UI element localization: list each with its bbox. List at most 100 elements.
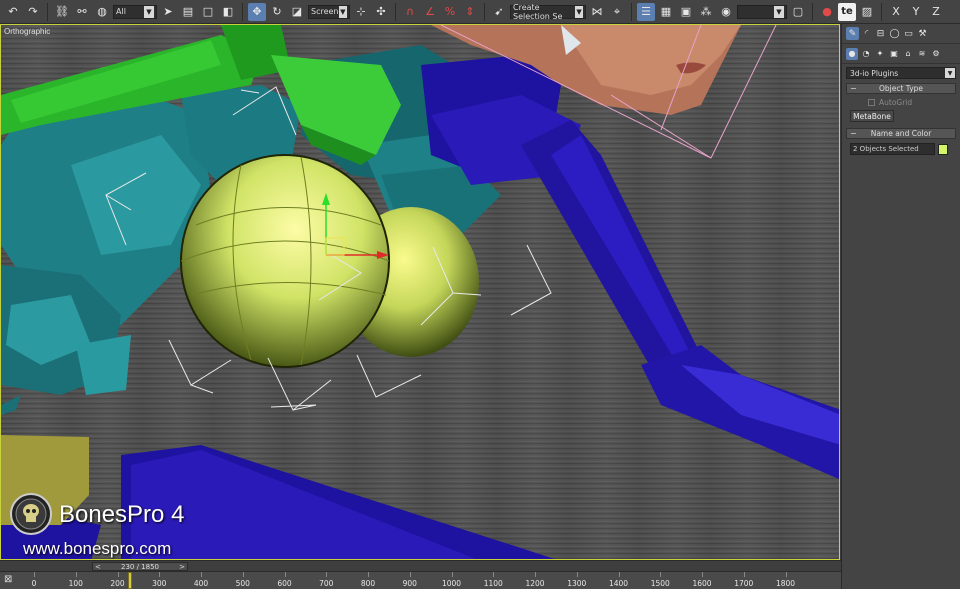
edit-named-selection-icon[interactable]: ➹ <box>490 3 508 21</box>
chevron-down-icon: ▼ <box>144 5 154 18</box>
ruler-tick <box>660 572 662 577</box>
toolbar-divider <box>631 2 632 21</box>
display-tab-icon[interactable]: ▭ <box>902 27 915 40</box>
viewport-label[interactable]: Orthographic <box>4 27 50 36</box>
manipulate-icon[interactable]: ✣ <box>372 3 390 21</box>
name-and-color-header-label: Name and Color <box>870 129 932 138</box>
ruler-tick-label: 300 <box>152 579 167 588</box>
render-preset-select[interactable]: ▼ <box>737 4 787 19</box>
render-setup-icon[interactable]: ▢ <box>789 3 807 21</box>
select-and-rotate-icon[interactable]: ↻ <box>268 3 286 21</box>
undo-icon[interactable]: ↶ <box>4 3 22 21</box>
utilities-tab-icon[interactable]: ⚒ <box>916 27 929 40</box>
modify-tab-icon[interactable]: ◜ <box>860 27 873 40</box>
pivot-center-icon[interactable]: ⊹ <box>352 3 370 21</box>
spinner-snap-icon[interactable]: ⇕ <box>461 3 479 21</box>
chevron-down-icon: ▼ <box>945 68 955 78</box>
select-by-name-icon[interactable]: ▤ <box>179 3 197 21</box>
select-and-link-icon[interactable]: ⛓ <box>53 3 71 21</box>
time-slider-prev-icon[interactable]: < <box>95 563 101 571</box>
selection-filter-select[interactable]: All ▼ <box>113 4 157 19</box>
ruler-tick <box>493 572 495 577</box>
rectangular-selection-icon[interactable]: □ <box>199 3 217 21</box>
motion-tab-icon[interactable]: ◯ <box>888 27 901 40</box>
percent-snap-icon[interactable]: % <box>441 3 459 21</box>
ruler-tick <box>326 572 328 577</box>
te-plugin-button[interactable]: te <box>838 2 856 21</box>
time-slider-track[interactable]: < 230 / 1850 > <box>0 560 841 571</box>
ruler-tick <box>159 572 161 577</box>
select-and-move-icon[interactable]: ✥ <box>248 2 266 21</box>
ruler-tick <box>409 572 411 577</box>
toolbar-divider <box>881 2 882 21</box>
ruler-tick-label: 1700 <box>734 579 754 588</box>
object-name-field[interactable]: 2 Objects Selected <box>850 143 935 155</box>
reference-coordinate-select[interactable]: Screen ▼ <box>308 4 350 19</box>
redo-icon[interactable]: ↷ <box>24 3 42 21</box>
watermark-title: BonesPro 4 <box>59 501 185 528</box>
ruler-tick-label: 600 <box>277 579 292 588</box>
main-toolbar: ↶ ↷ ⛓ ⚯ ◍ All ▼ ➤ ▤ □ ◧ ✥ ↻ ◪ Screen ▼ ⊹… <box>0 0 960 24</box>
ruler-tick <box>201 572 202 577</box>
ruler-tick <box>743 572 745 577</box>
select-object-icon[interactable]: ➤ <box>159 3 177 21</box>
material-editor-icon[interactable]: ◉ <box>717 3 735 21</box>
time-slider-thumb[interactable]: < 230 / 1850 > <box>92 562 188 571</box>
ruler-tick <box>618 572 620 577</box>
hierarchy-tab-icon[interactable]: ⊟ <box>874 27 887 40</box>
ruler-tick <box>242 572 244 577</box>
graphite-ribbon-icon[interactable]: ▦ <box>657 3 675 21</box>
rendered-frame-window-icon[interactable]: ▨ <box>858 3 876 21</box>
name-and-color-rollout-header[interactable]: − Name and Color <box>846 128 956 139</box>
collapse-icon: − <box>850 129 857 138</box>
track-bar-ruler[interactable]: ⊠ 0 100 200 300 400 500 600 700 800 900 1000 1100 12… <box>0 571 841 589</box>
object-category-dropdown[interactable]: 3d-io Plugins ▼ <box>846 67 956 79</box>
lights-icon[interactable]: ✦ <box>874 48 886 60</box>
ruler-tick <box>451 572 453 577</box>
object-type-rollout-header[interactable]: − Object Type <box>846 83 956 94</box>
geometry-icon[interactable]: ● <box>846 47 858 60</box>
window-crossing-icon[interactable]: ◧ <box>219 3 237 21</box>
snaps-toggle-icon[interactable]: ∩ <box>401 3 419 21</box>
named-selection-set-select[interactable]: Create Selection Se ▼ <box>510 3 586 21</box>
ruler-tick <box>576 572 578 577</box>
unlink-selection-icon[interactable]: ⚯ <box>73 3 91 21</box>
ruler-tick-label: 900 <box>402 579 417 588</box>
current-frame-marker[interactable] <box>128 572 133 589</box>
ruler-tick <box>535 572 536 577</box>
create-tab-icon[interactable]: ✎ <box>846 27 859 40</box>
systems-icon[interactable]: ⚙ <box>930 48 942 60</box>
space-warps-icon[interactable]: ≋ <box>916 48 928 60</box>
autogrid-checkbox-row[interactable]: AutoGrid <box>868 98 956 107</box>
object-color-swatch[interactable] <box>938 143 948 155</box>
ruler-tick-label: 1800 <box>775 579 796 588</box>
metabone-button[interactable]: MetaBone <box>850 110 894 122</box>
shapes-icon[interactable]: ◔ <box>860 48 872 60</box>
render-production-icon[interactable]: ● <box>818 3 836 21</box>
name-and-color-row: 2 Objects Selected <box>850 143 956 155</box>
chevron-down-icon: ▼ <box>575 5 583 18</box>
curve-editor-icon[interactable]: ▣ <box>677 3 695 21</box>
angle-snap-icon[interactable]: ∠ <box>421 3 439 21</box>
axis-constraint-z[interactable]: Z <box>927 3 945 21</box>
mirror-icon[interactable]: ⋈ <box>588 3 606 21</box>
bind-to-space-warp-icon[interactable]: ◍ <box>93 3 111 21</box>
autogrid-label: AutoGrid <box>879 98 913 107</box>
time-slider-next-icon[interactable]: > <box>179 563 185 571</box>
autogrid-checkbox[interactable] <box>868 99 875 106</box>
axis-constraint-x[interactable]: X <box>887 3 905 21</box>
select-and-scale-icon[interactable]: ◪ <box>288 3 306 21</box>
axis-constraint-y[interactable]: Y <box>907 3 925 21</box>
layer-manager-icon[interactable]: ☰ <box>637 2 655 21</box>
align-icon[interactable]: ⌖ <box>608 3 626 21</box>
ruler-tick-label: 100 <box>68 579 83 588</box>
schematic-view-icon[interactable]: ⁂ <box>697 3 715 21</box>
orthographic-viewport[interactable]: Orthographic BonesPro 4 www.bonespro.com <box>0 24 840 560</box>
ruler-tick-label: 1200 <box>525 579 545 588</box>
ruler-tick-label: 1100 <box>483 579 503 588</box>
mini-curve-editor-icon[interactable]: ⊠ <box>4 574 12 585</box>
reference-coordinate-value: Screen <box>311 7 339 16</box>
helpers-icon[interactable]: ⌂ <box>902 48 914 60</box>
cameras-icon[interactable]: ▣ <box>888 48 900 60</box>
toolbar-divider <box>47 2 48 21</box>
